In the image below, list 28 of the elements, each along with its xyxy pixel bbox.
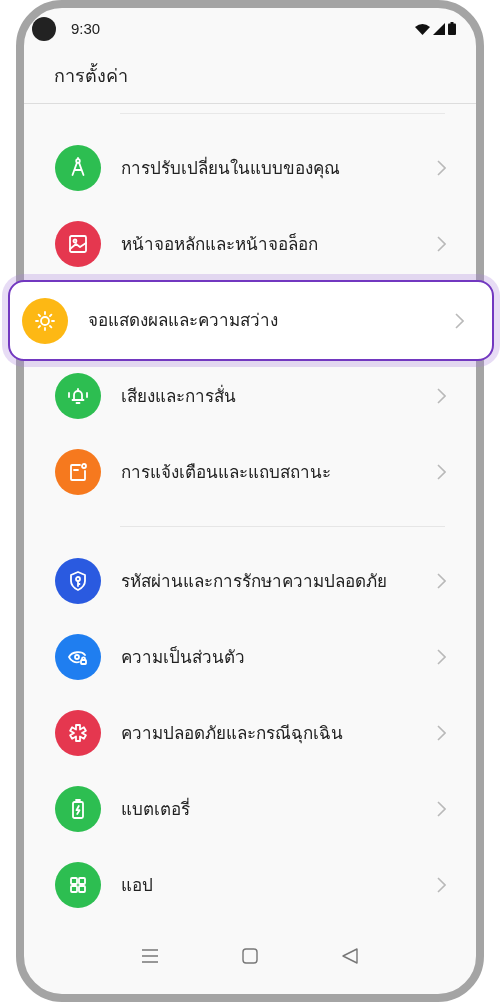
chevron-icon xyxy=(437,160,446,177)
settings-item[interactable]: การแจ้งเตือนและแถบสถานะ xyxy=(24,434,476,511)
wifi-icon xyxy=(415,23,430,36)
chevron-icon xyxy=(437,388,446,405)
signal-icon xyxy=(433,23,445,36)
back-icon[interactable] xyxy=(342,947,358,964)
chevron-icon xyxy=(437,877,446,894)
settings-item[interactable]: รหัสผ่านและการรักษาความปลอดภัย xyxy=(24,543,476,620)
chevron-icon xyxy=(437,649,446,666)
settings-item[interactable]: ความปลอดภัยและกรณีฉุกเฉิน xyxy=(24,695,476,772)
chevron-icon xyxy=(437,801,446,818)
settings-item[interactable]: หน้าจอหลักและหน้าจอล็อก xyxy=(24,206,476,283)
settings-item[interactable]: แบตเตอรี่ xyxy=(24,771,476,848)
chevron-icon xyxy=(437,464,446,481)
settings-item[interactable]: จอแสดงผลและความสว่าง xyxy=(8,280,494,362)
settings-item[interactable]: แอป xyxy=(24,847,476,924)
home-icon[interactable] xyxy=(242,947,258,964)
status-time: 9:30 xyxy=(71,20,101,38)
chevron-icon xyxy=(455,312,464,329)
settings-item[interactable]: ความเป็นส่วนตัว xyxy=(24,619,476,696)
camera-hole xyxy=(32,16,56,41)
page-title: การตั้งค่า xyxy=(54,62,128,89)
battery-status-icon xyxy=(448,22,456,36)
chevron-icon xyxy=(437,725,446,742)
chevron-icon xyxy=(437,236,446,253)
menu-icon[interactable] xyxy=(142,948,158,963)
chevron-icon xyxy=(437,573,446,590)
settings-item[interactable]: การปรับเปลี่ยนในแบบของคุณ xyxy=(24,130,476,207)
